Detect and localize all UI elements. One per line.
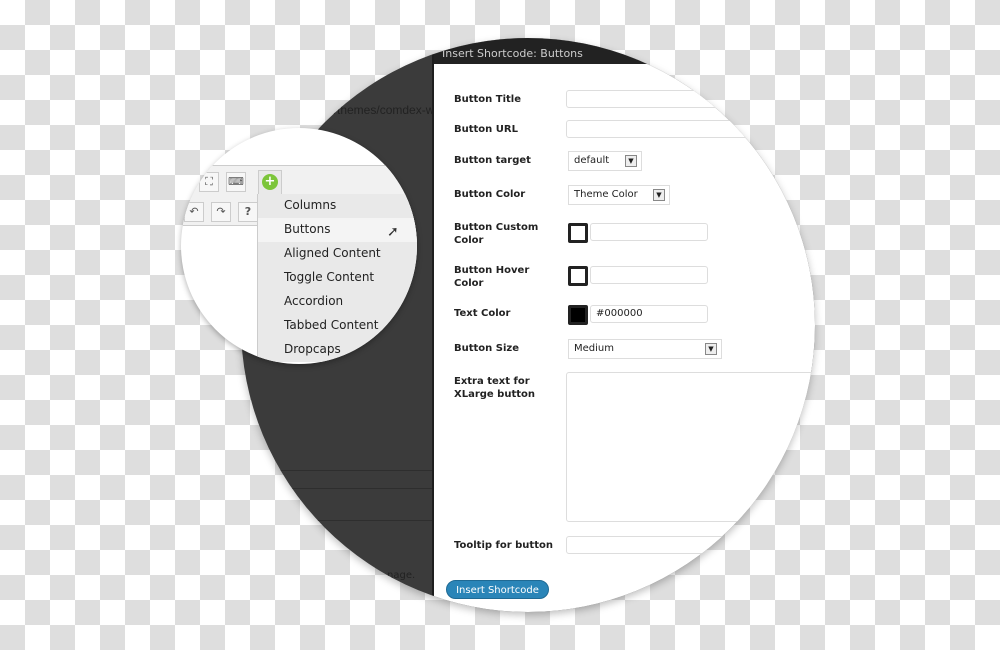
button-url-label: Button URL <box>454 124 518 135</box>
button-size-label: Button Size <box>454 343 520 354</box>
hover-color-swatch[interactable] <box>568 266 588 286</box>
divider <box>241 488 432 489</box>
menu-item-toggle-content[interactable]: Toggle Content <box>258 266 417 290</box>
button-title-label: Button Title <box>454 94 522 105</box>
keyboard-icon[interactable]: ⌨ <box>226 172 246 192</box>
button-title-input[interactable] <box>566 90 815 108</box>
divider <box>241 520 432 521</box>
tooltip-label: Tooltip for button <box>454 540 553 551</box>
button-size-value: Medium <box>574 343 614 354</box>
button-target-value: default <box>574 155 610 166</box>
menu-item-tabbed-content[interactable]: Tabbed Content <box>258 314 417 338</box>
custom-color-input[interactable] <box>590 223 708 241</box>
button-size-select[interactable]: Medium ▼ <box>568 339 722 359</box>
text-color-swatch[interactable] <box>568 305 588 325</box>
custom-color-swatch[interactable] <box>568 223 588 243</box>
chevron-down-icon: ▼ <box>625 155 637 167</box>
hover-color-input[interactable] <box>590 266 708 284</box>
chevron-down-icon: ▼ <box>705 343 717 355</box>
text-color-label: Text Color <box>454 308 511 319</box>
fullscreen-icon[interactable]: ⛶ <box>199 172 219 192</box>
toolbar-zoom-circle: ⛶ ⌨ + ↶ ↷ ? Columns Buttons Aligned Cont… <box>181 128 417 364</box>
button-color-value: Theme Color <box>574 189 638 200</box>
text-color-input[interactable]: #000000 <box>590 305 708 323</box>
mouse-cursor-icon: ➚ <box>387 224 399 240</box>
tooltip-input[interactable] <box>566 536 815 554</box>
editor-footer-text: nage. <box>387 570 416 581</box>
extra-text-label: Extra text for XLarge button <box>454 376 536 400</box>
divider <box>241 470 432 471</box>
menu-item-dropcaps[interactable]: Dropcaps <box>258 338 417 362</box>
insert-shortcode-button[interactable]: Insert Shortcode <box>446 580 549 599</box>
button-target-label: Button target <box>454 155 531 166</box>
redo-icon[interactable]: ↷ <box>211 202 231 222</box>
button-color-select[interactable]: Theme Color ▼ <box>568 185 670 205</box>
plus-circle-icon: + <box>262 174 278 190</box>
help-icon[interactable]: ? <box>238 202 258 222</box>
shortcode-dropdown-menu: Columns Buttons Aligned Content Toggle C… <box>257 194 417 362</box>
extra-text-textarea[interactable] <box>566 372 815 522</box>
undo-icon[interactable]: ↶ <box>184 202 204 222</box>
add-shortcode-button[interactable]: + <box>258 170 282 194</box>
menu-item-accordion[interactable]: Accordion <box>258 290 417 314</box>
menu-item-columns[interactable]: Columns <box>258 194 417 218</box>
hover-color-label: Button Hover Color <box>454 265 530 289</box>
button-color-label: Button Color <box>454 189 526 200</box>
insert-shortcode-dialog: Insert Shortcode: Buttons Button Title B… <box>432 38 815 612</box>
button-target-select[interactable]: default ▼ <box>568 151 642 171</box>
dialog-title: Insert Shortcode: Buttons <box>434 38 815 64</box>
button-url-input[interactable] <box>566 120 815 138</box>
editor-url-text: om/themes/comdex-w <box>317 103 435 117</box>
custom-color-label: Button Custom Color <box>454 222 539 246</box>
chevron-down-icon: ▼ <box>653 189 665 201</box>
menu-item-aligned-content[interactable]: Aligned Content <box>258 242 417 266</box>
